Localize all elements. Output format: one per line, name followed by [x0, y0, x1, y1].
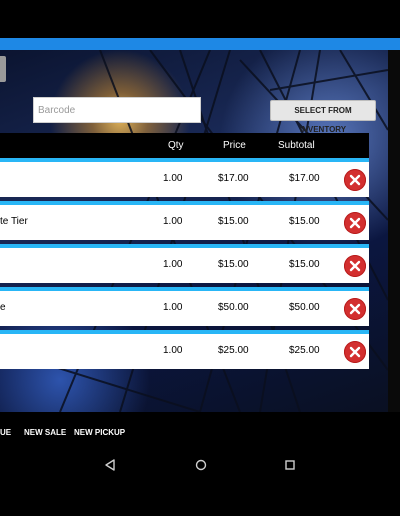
- remove-item-button[interactable]: [344, 169, 366, 191]
- table-row[interactable]: e 1.00 $50.00 $50.00: [0, 291, 369, 326]
- item-qty: 1.00: [163, 259, 183, 270]
- item-price: $25.00: [218, 345, 249, 356]
- back-button[interactable]: [0, 56, 6, 82]
- item-name: e: [0, 302, 6, 313]
- item-qty: 1.00: [163, 173, 183, 184]
- item-qty: 1.00: [163, 345, 183, 356]
- remove-item-button[interactable]: [344, 298, 366, 320]
- table-row[interactable]: 1.00 $17.00 $17.00: [0, 162, 369, 197]
- item-subtotal: $25.00: [289, 345, 320, 356]
- select-from-inventory-button[interactable]: SELECT FROM INVENTORY: [270, 100, 376, 134]
- app-header-bar: [0, 38, 400, 50]
- subtotal-header: Subtotal: [278, 140, 315, 151]
- qty-header: Qty: [168, 140, 184, 151]
- status-bar: [0, 0, 400, 38]
- bezel: [0, 478, 400, 516]
- barcode-input[interactable]: [33, 97, 201, 123]
- close-icon: [349, 260, 361, 272]
- remove-item-button[interactable]: [344, 212, 366, 234]
- close-icon: [349, 303, 361, 315]
- remove-item-button[interactable]: [344, 255, 366, 277]
- item-price: $50.00: [218, 302, 249, 313]
- remove-item-button[interactable]: [344, 341, 366, 363]
- item-qty: 1.00: [163, 302, 183, 313]
- scrollbar-track[interactable]: [388, 50, 400, 412]
- table-row[interactable]: 1.00 $15.00 $15.00: [0, 248, 369, 283]
- item-subtotal: $15.00: [289, 216, 320, 227]
- continue-button[interactable]: UE: [0, 428, 11, 437]
- item-subtotal: $17.00: [289, 173, 320, 184]
- close-icon: [349, 346, 361, 358]
- item-qty: 1.00: [163, 216, 183, 227]
- recents-square-icon[interactable]: [283, 458, 297, 472]
- price-header: Price: [223, 140, 246, 151]
- close-icon: [349, 174, 361, 186]
- item-price: $15.00: [218, 259, 249, 270]
- table-header: Qty Price Subtotal: [0, 133, 369, 158]
- home-circle-icon[interactable]: [194, 458, 208, 472]
- new-sale-button[interactable]: NEW SALE: [24, 428, 66, 437]
- item-price: $15.00: [218, 216, 249, 227]
- table-row[interactable]: te Tier 1.00 $15.00 $15.00: [0, 205, 369, 240]
- new-pickup-button[interactable]: NEW PICKUP: [74, 428, 125, 437]
- table-row[interactable]: 1.00 $25.00 $25.00: [0, 334, 369, 369]
- item-name: te Tier: [0, 216, 28, 227]
- item-subtotal: $15.00: [289, 259, 320, 270]
- item-subtotal: $50.00: [289, 302, 320, 313]
- back-triangle-icon[interactable]: [103, 458, 117, 472]
- item-price: $17.00: [218, 173, 249, 184]
- close-icon: [349, 217, 361, 229]
